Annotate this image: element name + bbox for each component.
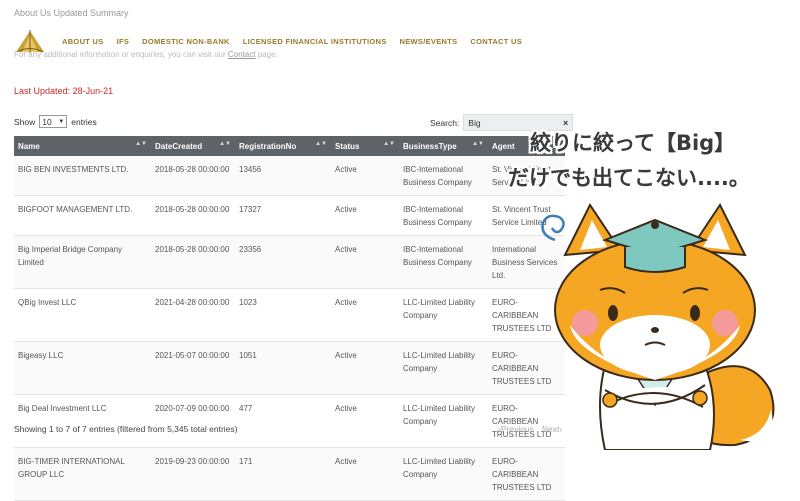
previous-page-button[interactable]: ‹Previous: [498, 424, 534, 434]
cell-datecreated: 2018-05-28 00:00:00: [151, 195, 235, 236]
fox-mascot-illustration: [541, 203, 775, 450]
cell-registrationno: 23356: [235, 235, 331, 289]
cell-businesstype: LLC-Limited Liability Company: [399, 288, 488, 342]
table-row[interactable]: Big Deal Investment LLC 2020-07-09 00:00…: [14, 394, 565, 448]
nav-about-us[interactable]: ABOUT US: [62, 37, 104, 46]
table-row[interactable]: Bigeasy LLC 2021-05-07 00:00:00 1051 Act…: [14, 341, 565, 395]
cell-status: Active: [331, 394, 399, 448]
page-length-control: Show 10 ▼ entries: [14, 115, 97, 128]
last-updated-value: 28-Jun-21: [72, 86, 114, 96]
column-header-registrationno[interactable]: RegistrationNo ▲▼: [235, 136, 331, 156]
cell-businesstype: IBC-International Business Company: [399, 235, 488, 289]
show-label: Show: [14, 116, 36, 127]
column-header-label: Agent: [492, 141, 515, 151]
cell-name: Big Deal Investment LLC: [14, 394, 151, 448]
entries-label: entries: [71, 116, 97, 127]
cell-status: Active: [331, 195, 399, 236]
cell-datecreated: 2019-09-23 00:00:00: [151, 447, 235, 501]
sort-icon: ▲▼: [315, 141, 327, 147]
previous-label: Previous: [500, 424, 534, 434]
cell-registrationno: 13456: [235, 156, 331, 196]
search-value: Big: [468, 117, 481, 128]
column-header-label: DateCreated: [155, 141, 203, 151]
info-lead: For any additional information or enquir…: [14, 50, 226, 59]
cell-datecreated: 2021-04-28 00:00:00: [151, 288, 235, 342]
main-nav: ABOUT US IFS DOMESTIC NON-BANK LICENSED …: [62, 37, 522, 46]
last-updated-label: Last Updated:: [14, 86, 71, 96]
cell-registrationno: 1023: [235, 288, 331, 342]
sort-icon: ▲▼: [135, 141, 147, 147]
cell-businesstype: IBC-International Business Company: [399, 195, 488, 236]
contact-link[interactable]: Contact: [228, 50, 256, 59]
table-info-summary: Showing 1 to 7 of 7 entries (filtered fr…: [14, 424, 238, 434]
table-header-row: Name ▲▼ DateCreated ▲▼ RegistrationNo ▲▼ St…: [14, 136, 565, 156]
nav-news-events[interactable]: NEWS/EVENTS: [400, 37, 458, 46]
cell-name: Bigeasy LLC: [14, 341, 151, 395]
table-row[interactable]: BIG BEN INVESTMENTS LTD. 2018-05-28 00:0…: [14, 156, 565, 196]
cell-businesstype: IBC-International Business Company: [399, 156, 488, 196]
table-row[interactable]: QBig Invest LLC 2021-04-28 00:00:00 1023…: [14, 288, 565, 342]
cell-name: BIGFOOT MANAGEMENT LTD.: [14, 195, 151, 236]
column-header-name[interactable]: Name ▲▼: [14, 136, 151, 156]
search-label: Search:: [430, 117, 460, 128]
cell-name: BIG BEN INVESTMENTS LTD.: [14, 156, 151, 196]
column-header-label: BusinessType: [403, 141, 457, 151]
cell-businesstype: LLC-Limited Liability Company: [399, 341, 488, 395]
cell-datecreated: 2018-05-28 00:00:00: [151, 156, 235, 196]
column-header-status[interactable]: Status ▲▼: [331, 136, 399, 156]
cell-businesstype: LLC-Limited Liability Company: [399, 447, 488, 501]
page-length-select[interactable]: 10 ▼: [39, 115, 68, 128]
column-header-label: RegistrationNo: [239, 141, 297, 151]
cell-registrationno: 17327: [235, 195, 331, 236]
cell-agent: EURO-CARIBBEAN TRUSTEES LTD: [488, 447, 565, 501]
cell-name: BIG-TIMER INTERNATIONAL GROUP LLC: [14, 447, 151, 501]
sort-icon: ▲▼: [219, 141, 231, 147]
caption-line-2: だけでも出てこない....。: [508, 166, 750, 190]
sort-icon: ▲▼: [383, 141, 395, 147]
nav-ifs[interactable]: IFS: [117, 37, 130, 46]
page-length-value: 10: [42, 116, 52, 127]
cell-name: QBig Invest LLC: [14, 288, 151, 342]
info-tail: page.: [257, 50, 278, 59]
table-row[interactable]: BIGFOOT MANAGEMENT LTD. 2018-05-28 00:00…: [14, 195, 565, 236]
cell-registrationno: 477: [235, 394, 331, 448]
cell-datecreated: 2020-07-09 00:00:00: [151, 394, 235, 448]
column-header-datecreated[interactable]: DateCreated ▲▼: [151, 136, 235, 156]
info-text: For any additional information or enquir…: [14, 50, 278, 59]
sort-icon: ▲▼: [472, 141, 484, 147]
cell-status: Active: [331, 156, 399, 196]
cell-businesstype: LLC-Limited Liability Company: [399, 394, 488, 448]
cell-datecreated: 2018-05-28 00:00:00: [151, 235, 235, 289]
cell-name: Big Imperial Bridge Company Limited: [14, 235, 151, 289]
cell-status: Active: [331, 447, 399, 501]
column-header-label: Name: [18, 141, 40, 151]
nav-licensed-financial-institutions[interactable]: LICENSED FINANCIAL INSTITUTIONS: [243, 37, 387, 46]
nav-domestic-non-bank[interactable]: DOMESTIC NON-BANK: [142, 37, 230, 46]
chevron-down-icon: ▼: [58, 118, 65, 125]
cell-status: Active: [331, 341, 399, 395]
clear-search-icon[interactable]: ×: [563, 118, 568, 128]
table-row[interactable]: BIG-TIMER INTERNATIONAL GROUP LLC 2019-0…: [14, 447, 565, 501]
table-row[interactable]: Big Imperial Bridge Company Limited 2018…: [14, 235, 565, 289]
column-header-businesstype[interactable]: BusinessType ▲▼: [399, 136, 488, 156]
cell-status: Active: [331, 288, 399, 342]
cell-registrationno: 171: [235, 447, 331, 501]
column-header-label: Status: [335, 141, 360, 151]
top-breadcrumb: About Us Updated Summary: [14, 8, 129, 18]
last-updated: Last Updated: 28-Jun-21: [14, 86, 113, 96]
results-table: Name ▲▼ DateCreated ▲▼ RegistrationNo ▲▼ St…: [14, 136, 565, 501]
cell-datecreated: 2021-05-07 00:00:00: [151, 341, 235, 395]
caption-line-1: 絞りに絞って【Big】: [530, 131, 736, 155]
cell-status: Active: [331, 235, 399, 289]
cell-registrationno: 1051: [235, 341, 331, 395]
nav-contact-us[interactable]: CONTACT US: [470, 37, 522, 46]
